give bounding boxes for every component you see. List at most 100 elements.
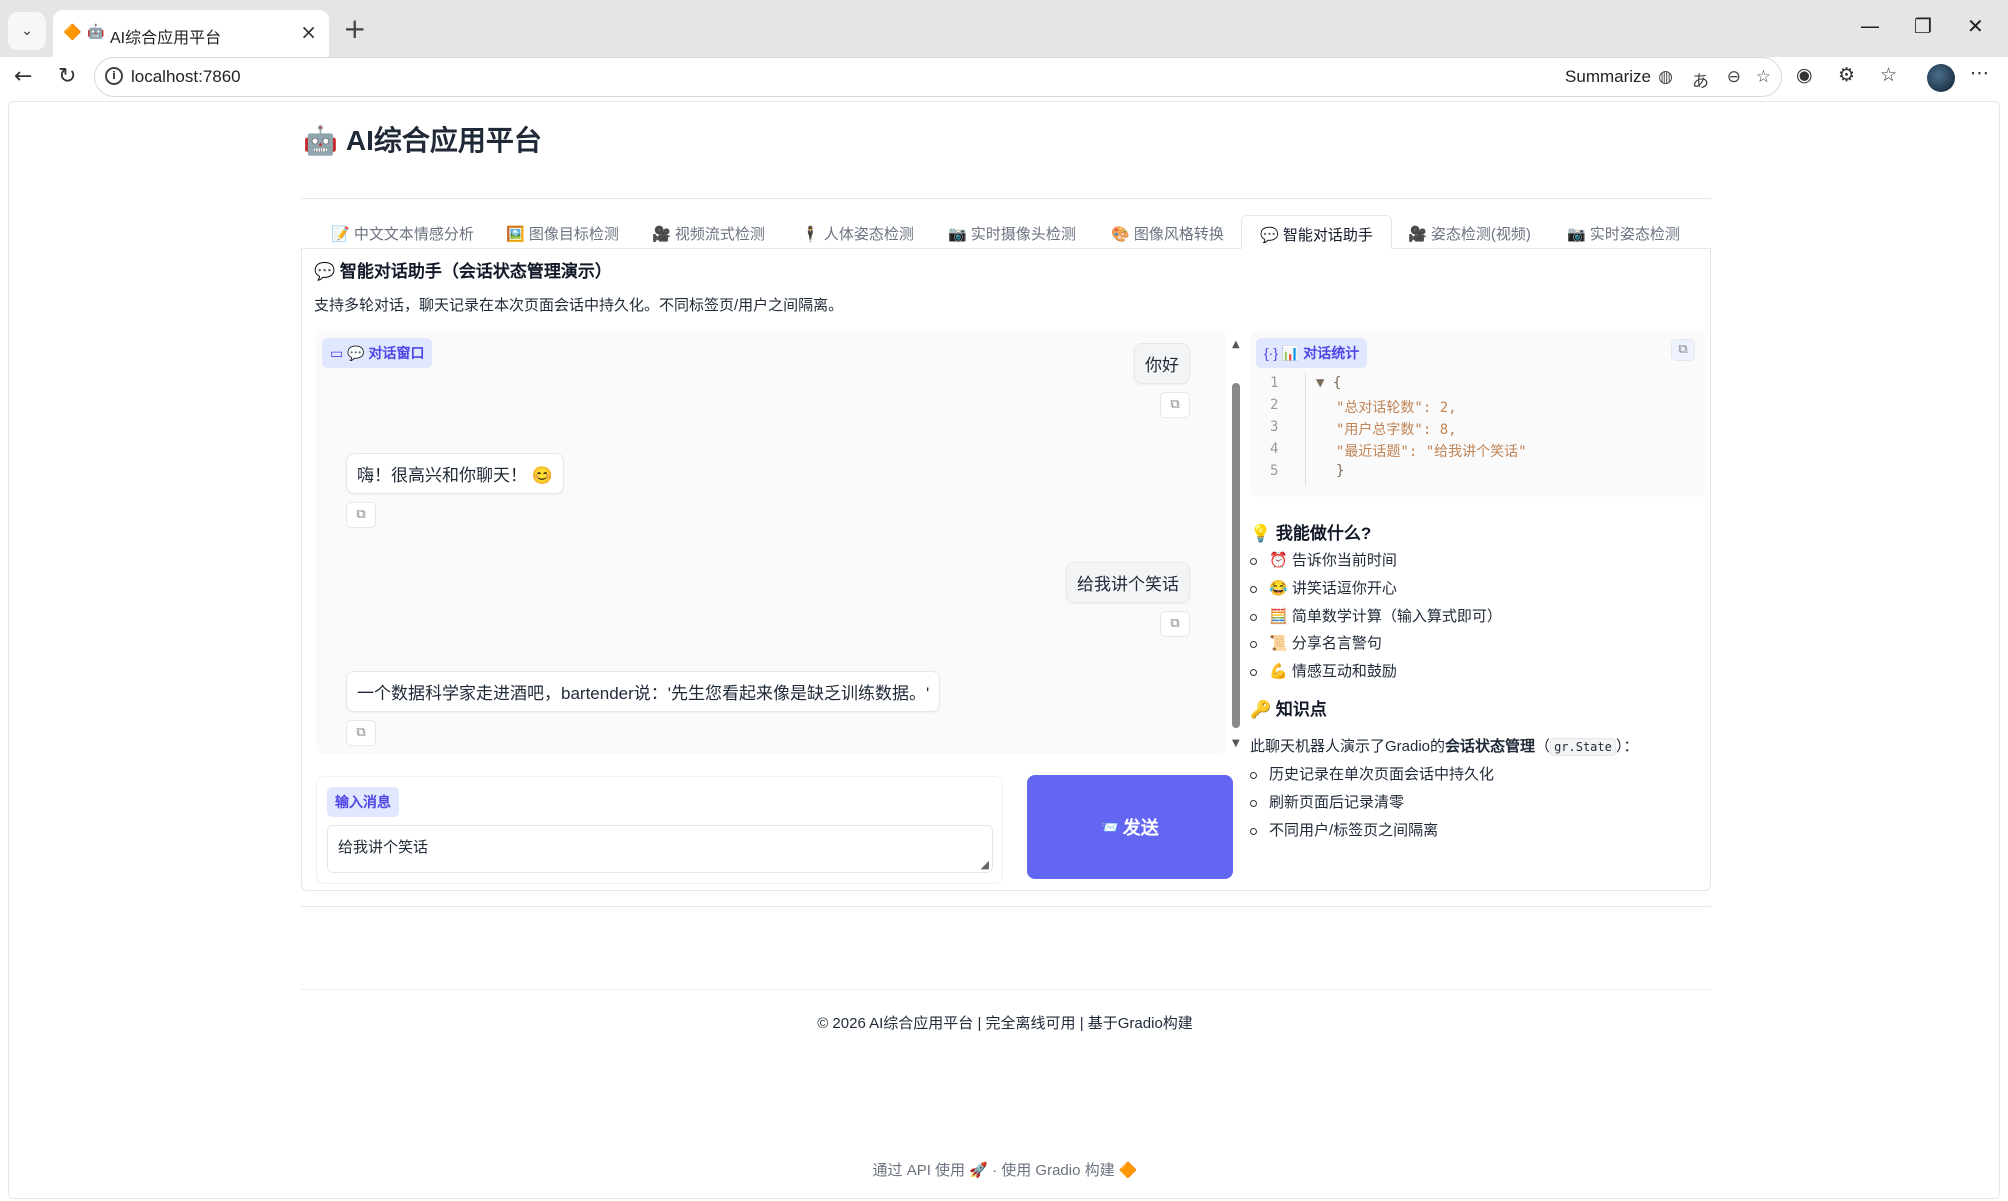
list-item: 💪 情感互动和鼓励 <box>1250 660 1397 681</box>
list-item: 🧮 简单数学计算（输入算式即可） <box>1250 605 1502 626</box>
tab-pose-detection[interactable]: 🕴️ 人体姿态检测 <box>801 215 914 249</box>
tab-object-detection[interactable]: 🖼️ 图像目标检测 <box>506 215 619 249</box>
close-window-icon[interactable]: ✕ <box>1967 14 1984 38</box>
chatbot: ▭ 💬 对话窗口 你好 ⧉ 嗨！很高兴和你聊天！ 😊 ⧉ 给我讲个笑话 ⧉ 一个… <box>316 331 1240 754</box>
tab-style-transfer[interactable]: 🎨 图像风格转换 <box>1111 215 1224 249</box>
profile-avatar[interactable] <box>1927 64 1955 92</box>
chat-scroll-area[interactable]: ▭ 💬 对话窗口 你好 ⧉ 嗨！很高兴和你聊天！ 😊 ⧉ 给我讲个笑话 ⧉ 一个… <box>316 331 1226 754</box>
tab-search-button[interactable]: ⌄ <box>8 12 46 50</box>
palette-icon: 🎨 <box>1111 226 1130 243</box>
list-item: ⏰ 告诉你当前时间 <box>1250 549 1397 570</box>
tab-panel-chat: 💬 智能对话助手（会话状态管理演示） 支持多轮对话，聊天记录在本次页面会话中持久… <box>301 249 1711 891</box>
copy-icon[interactable]: ⧉ <box>1160 611 1190 637</box>
copy-icon[interactable]: ⧉ <box>346 720 376 746</box>
summarize-button[interactable]: Summarize <box>1565 67 1651 87</box>
line-number: 4 <box>1270 441 1279 457</box>
browser-tab-title: AI综合应用平台 <box>110 30 222 47</box>
json-line[interactable]: ▼ { <box>1316 375 1341 391</box>
url-text[interactable]: localhost:7860 <box>131 67 241 87</box>
extensions-icon[interactable]: ⚙ <box>1838 64 1855 86</box>
chat-scrollbar[interactable]: ▲ ▼ <box>1232 339 1240 749</box>
chat-stats-json: {·} 📊 对话统计 ⧉ 1 ▼ { 2 "总对话轮数": 2, 3 "用户总字… <box>1250 331 1705 497</box>
copy-json-icon[interactable]: ⧉ <box>1671 339 1695 361</box>
tab-video-detection[interactable]: 🎥 视频流式检测 <box>652 215 765 249</box>
api-link[interactable]: 通过 API 使用 <box>873 1162 966 1179</box>
rocket-icon: 🚀 <box>969 1162 988 1179</box>
new-tab-button[interactable]: + <box>343 12 366 46</box>
robot-icon: 🤖 <box>303 125 338 156</box>
capabilities-heading: 💡 我能做什么? <box>1250 524 1372 543</box>
zoom-out-icon[interactable]: ⊖ <box>1727 67 1741 87</box>
chat-icon: ▭ <box>330 345 344 361</box>
list-item: 📜 分享名言警句 <box>1250 632 1382 653</box>
divider <box>301 906 1711 907</box>
scroll-up-icon[interactable]: ▲ <box>1232 339 1240 350</box>
restore-icon[interactable]: ❐ <box>1914 14 1932 38</box>
scroll-down-icon[interactable]: ▼ <box>1232 738 1240 749</box>
user-message: 你好 <box>1134 343 1190 384</box>
summarize-icon[interactable]: ◍ <box>1658 67 1673 87</box>
more-options-icon[interactable]: ⋯ <box>1970 62 1989 84</box>
tab-webcam-detection[interactable]: 📷 实时摄像头检测 <box>948 215 1076 249</box>
app-title: 🤖 AI综合应用平台 <box>303 119 542 159</box>
speech-bubble-icon: 💬 <box>314 262 336 281</box>
camera-icon: 🎥 <box>652 226 671 243</box>
person-icon: 🕴️ <box>801 226 820 243</box>
tab-realtime-pose[interactable]: 📷 实时姿态检测 <box>1567 215 1680 249</box>
user-message: 给我讲个笑话 <box>1066 562 1190 603</box>
list-item: 历史记录在单次页面会话中持久化 <box>1250 763 1494 784</box>
chatbot-label: ▭ 💬 对话窗口 <box>322 338 433 368</box>
close-tab-icon[interactable]: × <box>300 20 317 44</box>
gradio-favicon-icon: 🔶 <box>63 23 82 41</box>
bot-message: 嗨！很高兴和你聊天！ 😊 <box>346 453 564 494</box>
copilot-icon[interactable]: ◉ <box>1796 64 1813 86</box>
tab-strip: ⌄ 🔶 🤖 AI综合应用平台 × + — ❐ ✕ <box>0 0 2008 57</box>
knowledge-heading: 🔑 知识点 <box>1250 700 1327 719</box>
copy-icon[interactable]: ⧉ <box>346 502 376 528</box>
picture-icon: 🖼️ <box>506 226 525 243</box>
favorite-star-icon[interactable]: ☆ <box>1756 67 1771 87</box>
section-title: 💬 智能对话助手（会话状态管理演示） <box>314 262 612 281</box>
list-item: 刷新页面后记录清零 <box>1250 791 1404 812</box>
chat-stats-label: {·} 📊 对话统计 <box>1256 338 1368 368</box>
app-footer: © 2026 AI综合应用平台 | 完全离线可用 | 基于Gradio构建 <box>817 1015 1193 1032</box>
json-line: "最近话题": "给我讲个笑话" <box>1336 444 1527 460</box>
resize-handle-icon[interactable]: ◢ <box>981 858 989 871</box>
inline-code: gr.State <box>1550 738 1616 756</box>
browser-chrome: ⌄ 🔶 🤖 AI综合应用平台 × + — ❐ ✕ ← ↻ i localhost… <box>0 0 2008 97</box>
send-button-label: 发送 <box>1122 818 1159 838</box>
message-input[interactable]: 给我讲个笑话 ◢ <box>327 825 993 873</box>
address-bar[interactable]: i localhost:7860 Summarize ◍ あ ⊖ ☆ <box>94 57 1782 97</box>
send-button[interactable]: 📨 发送 <box>1027 775 1233 879</box>
tab-text-sentiment[interactable]: 📝 中文文本情感分析 <box>331 215 474 249</box>
copy-icon[interactable]: ⧉ <box>1160 392 1190 418</box>
section-description: 支持多轮对话，聊天记录在本次页面会话中持久化。不同标签页/用户之间隔离。 <box>314 297 844 314</box>
app-title-text: AI综合应用平台 <box>345 125 542 156</box>
divider <box>301 198 1711 199</box>
bot-message: 一个数据科学家走进酒吧，bartender说：'先生您看起来像是缺乏训练数据。' <box>346 671 941 712</box>
scrollbar-thumb[interactable] <box>1232 383 1240 728</box>
back-icon[interactable]: ← <box>14 64 32 89</box>
line-number: 3 <box>1270 419 1279 435</box>
browser-tab[interactable]: 🔶 🤖 AI综合应用平台 × <box>53 10 329 57</box>
webcam-icon: 📷 <box>948 226 967 243</box>
memo-icon: 📝 <box>331 226 350 243</box>
json-line: } <box>1336 463 1345 479</box>
envelope-icon: 📨 <box>1101 818 1119 835</box>
robot-favicon-icon: 🤖 <box>87 24 105 40</box>
translate-icon[interactable]: あ <box>1692 67 1709 92</box>
favorites-icon[interactable]: ☆ <box>1880 64 1897 86</box>
reload-icon[interactable]: ↻ <box>58 64 76 89</box>
tab-bar: 📝 中文文本情感分析 🖼️ 图像目标检测 🎥 视频流式检测 🕴️ 人体姿态检测 … <box>301 215 1711 249</box>
chevron-down-icon: ⌄ <box>21 23 33 39</box>
minimize-icon[interactable]: — <box>1860 14 1880 38</box>
gradio-logo-icon: 🔶 <box>1118 1162 1138 1179</box>
line-number: 5 <box>1270 463 1279 479</box>
info-icon[interactable]: i <box>105 67 123 85</box>
divider <box>301 989 1711 990</box>
tab-chat-assistant[interactable]: 💬 智能对话助手 <box>1241 215 1392 249</box>
knowledge-intro: 此聊天机器人演示了Gradio的会话状态管理（ gr.State）： <box>1250 738 1639 756</box>
tab-pose-video[interactable]: 🎥 姿态检测(视频) <box>1408 215 1531 249</box>
gradio-link[interactable]: 使用 Gradio 构建 <box>1001 1162 1114 1179</box>
footer-separator: · <box>992 1162 1002 1179</box>
